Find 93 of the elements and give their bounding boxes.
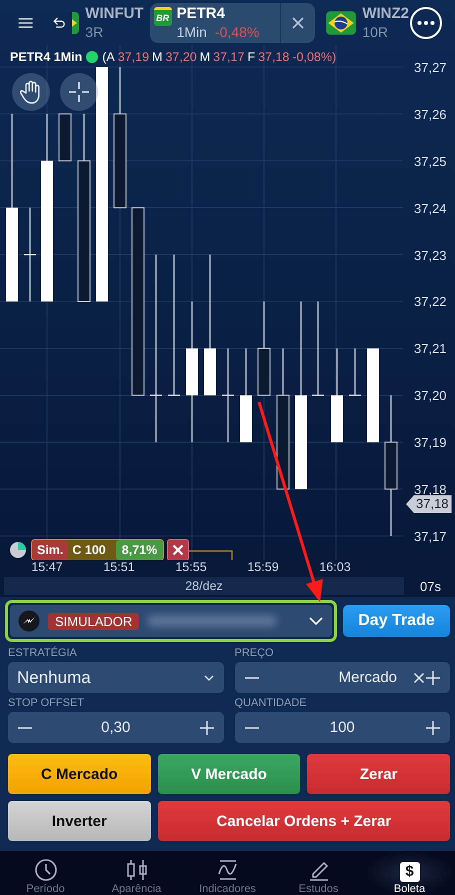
order-line bbox=[189, 548, 234, 560]
quote-value: 37,17 bbox=[213, 50, 244, 64]
time-label: 15:51 bbox=[102, 560, 136, 575]
price-label: 37,18 bbox=[414, 482, 447, 497]
symbol-name: PETR4 bbox=[176, 4, 226, 22]
time-label: 15:55 bbox=[174, 560, 208, 575]
chart-title: PETR4 1Min bbox=[10, 50, 82, 64]
position-size: C 100 bbox=[71, 543, 107, 557]
quote-value: 37,18 bbox=[258, 50, 290, 64]
quote-change: -0,08%) bbox=[292, 50, 336, 64]
field-value: 100 bbox=[328, 719, 356, 736]
neutral-button[interactable]: Inverter bbox=[8, 801, 151, 841]
plus-icon bbox=[198, 720, 214, 734]
time-label: 15:59 bbox=[246, 560, 280, 575]
plus-icon bbox=[425, 670, 441, 684]
stepper-field[interactable]: 0,30 bbox=[8, 712, 224, 743]
more-button[interactable] bbox=[409, 6, 443, 40]
price-label: 37,26 bbox=[414, 106, 447, 122]
crosshair-button[interactable] bbox=[60, 73, 98, 111]
time-label: 15:47 bbox=[30, 560, 64, 575]
dropdown[interactable]: Nenhuma bbox=[8, 662, 224, 693]
nav-tab[interactable]: Indicadores bbox=[182, 851, 273, 895]
symbol-name: WINFUT bbox=[85, 4, 144, 22]
minus-icon bbox=[17, 726, 33, 728]
pie-chart-icon bbox=[8, 540, 28, 560]
hand-icon bbox=[20, 80, 42, 104]
price-label: 37,23 bbox=[414, 248, 447, 262]
time-label: 16:03 bbox=[318, 560, 352, 575]
quote-value: 37,19 bbox=[118, 50, 150, 64]
field-value: 0,30 bbox=[100, 719, 132, 736]
last-price-tag: 37,18 bbox=[406, 495, 452, 514]
indicator-icon bbox=[216, 858, 240, 882]
symbol-tab[interactable]: WINZ2 10R bbox=[325, 2, 409, 42]
quote-label: (A bbox=[102, 50, 115, 64]
logo-icon: BR bbox=[154, 6, 172, 26]
pan-button[interactable] bbox=[12, 73, 50, 111]
tab-detail: 1Min bbox=[176, 22, 207, 40]
symbol-tab[interactable]: BR PETR4 1Min -0,48% bbox=[150, 2, 316, 42]
field-label: STOP OFFSET bbox=[8, 696, 85, 711]
quote-value: 37,20 bbox=[165, 50, 197, 64]
tab-detail: 3R bbox=[85, 22, 104, 40]
field-value: Mercado bbox=[338, 669, 398, 686]
stepper-field[interactable]: 100 bbox=[234, 712, 450, 743]
field-label: PREÇO bbox=[234, 646, 275, 661]
dollar-icon: $ bbox=[400, 862, 420, 882]
symbol-name: WINZ2 bbox=[362, 4, 409, 22]
quote-label: M bbox=[152, 50, 162, 64]
broker-logo-icon bbox=[18, 610, 40, 632]
candle bbox=[349, 348, 361, 396]
minus-icon bbox=[244, 676, 260, 678]
sell-button[interactable]: V Mercado bbox=[158, 754, 300, 794]
symbol-tab[interactable]: WINFUT 3R bbox=[72, 2, 144, 42]
account-selector[interactable]: SIMULADOR bbox=[10, 605, 332, 637]
clock-icon bbox=[34, 858, 58, 882]
nav-tab[interactable]: Período bbox=[0, 851, 91, 895]
danger-button[interactable]: Cancelar Ordens + Zerar bbox=[158, 801, 450, 841]
price-label: 37,24 bbox=[414, 200, 447, 216]
price-label: 37,20 bbox=[414, 388, 447, 404]
nav-tab[interactable]: Estudos bbox=[273, 851, 364, 895]
price-label: 37,21 bbox=[414, 341, 447, 356]
chevron-down-icon bbox=[308, 616, 324, 626]
field-label: QUANTIDADE bbox=[234, 696, 308, 711]
crosshair-icon bbox=[68, 81, 90, 103]
field-value: Nenhuma bbox=[17, 668, 92, 688]
candle-countdown: 07s bbox=[420, 578, 441, 594]
candle bbox=[58, 113, 72, 162]
position-result: 8,71% bbox=[116, 540, 164, 560]
date-label: 28/dez bbox=[4, 577, 404, 595]
price-change: -0,48% bbox=[214, 22, 260, 40]
clear-icon bbox=[413, 672, 425, 684]
quote-label: M bbox=[200, 50, 210, 64]
price-label: 37,27 bbox=[414, 60, 447, 75]
quote-label: F bbox=[247, 50, 256, 64]
buy-button[interactable]: C Mercado bbox=[8, 754, 151, 794]
close-icon bbox=[291, 16, 306, 30]
account-tag: Sim. bbox=[32, 540, 68, 560]
price-label: 37,25 bbox=[414, 154, 447, 169]
stepper-field[interactable]: Mercado bbox=[234, 662, 450, 693]
plus-icon bbox=[425, 720, 441, 734]
price-label: 37,22 bbox=[414, 294, 447, 310]
candlestick-icon bbox=[124, 858, 148, 882]
danger-button[interactable]: Zerar bbox=[307, 754, 450, 794]
field-label: ESTRATÉGIA bbox=[8, 646, 78, 661]
chevron-down-icon bbox=[202, 674, 214, 682]
nav-tab[interactable]: Aparência bbox=[91, 851, 182, 895]
more-icon bbox=[409, 6, 443, 40]
close-position-button[interactable] bbox=[167, 539, 190, 560]
minus-icon bbox=[244, 726, 260, 728]
close-icon bbox=[172, 544, 184, 556]
account-tag: SIMULADOR bbox=[48, 612, 140, 630]
price-label: 37,19 bbox=[414, 435, 447, 450]
price-label: 37,17 bbox=[414, 528, 447, 544]
tab-detail: 10R bbox=[362, 22, 388, 40]
